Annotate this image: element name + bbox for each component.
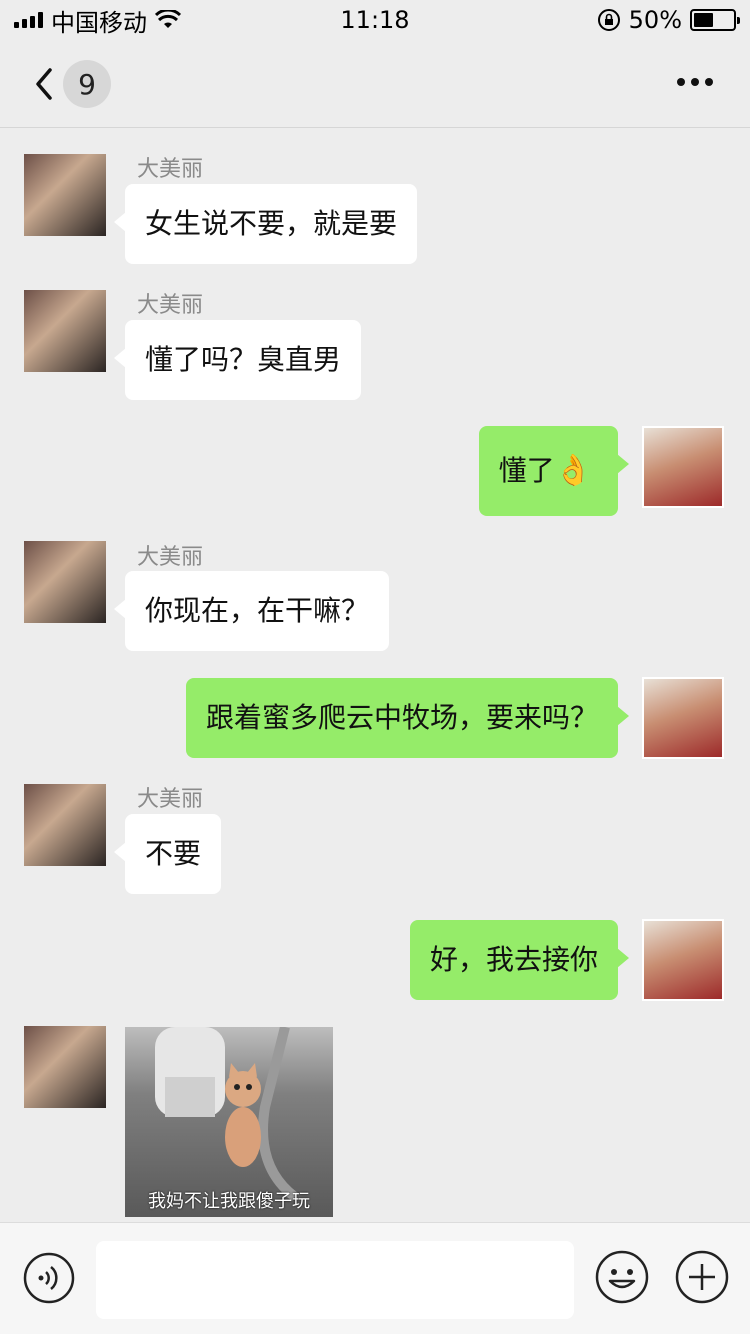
message-text: 懂了 — [498, 454, 555, 487]
voice-icon[interactable] — [22, 1251, 76, 1305]
contact-avatar[interactable] — [24, 541, 106, 623]
user-avatar[interactable] — [642, 919, 724, 1001]
sender-name: 大美丽 — [137, 293, 204, 318]
orientation-lock-icon — [597, 9, 620, 31]
status-bar: 中国移动 11:18 50% — [0, 0, 750, 40]
battery-icon — [690, 9, 740, 31]
nav-bar: 9 — [0, 40, 750, 128]
message-bubble-outgoing[interactable]: 好，我去接你 — [409, 920, 630, 1000]
more-icon[interactable] — [676, 76, 714, 88]
back-icon[interactable] — [30, 62, 60, 106]
status-left: 中国移动 — [14, 3, 181, 38]
message-list[interactable]: 大美丽 女生说不要，就是要 大美丽 懂了吗？臭直男 懂了👌 大美丽 你现在，在干… — [0, 129, 750, 1221]
ok-hand-icon: 👌 — [554, 453, 592, 488]
contact-avatar[interactable] — [24, 290, 106, 372]
message-bubble-incoming[interactable]: 懂了吗？臭直男 — [113, 320, 362, 400]
unread-count-badge[interactable]: 9 — [63, 60, 111, 108]
battery-fill — [694, 13, 713, 27]
message-bubble-outgoing[interactable]: 懂了👌 — [478, 426, 630, 516]
contact-avatar[interactable] — [24, 154, 106, 236]
message-bubble-incoming[interactable]: 女生说不要，就是要 — [113, 184, 418, 264]
user-avatar[interactable] — [642, 426, 724, 508]
sender-name: 大美丽 — [137, 545, 204, 570]
sender-name: 大美丽 — [137, 787, 204, 812]
message-bubble-incoming[interactable]: 你现在，在干嘛？ — [113, 571, 390, 651]
emoji-icon[interactable] — [594, 1249, 650, 1305]
message-bubble-outgoing[interactable]: 跟着蜜多爬云中牧场，要来吗？ — [185, 678, 630, 758]
contact-avatar[interactable] — [24, 1026, 106, 1108]
user-avatar[interactable] — [642, 677, 724, 759]
message-input[interactable] — [96, 1241, 574, 1319]
wifi-icon — [155, 10, 181, 28]
message-bubble-incoming[interactable]: 不要 — [113, 814, 222, 894]
image-caption: 我妈不让我跟傻子玩 — [148, 1191, 310, 1212]
plus-icon[interactable] — [674, 1249, 730, 1305]
signal-icon — [14, 12, 43, 28]
status-right: 50% — [597, 6, 740, 34]
battery-percent: 50% — [628, 6, 682, 34]
image-message[interactable]: 我妈不让我跟傻子玩 — [125, 1027, 333, 1217]
sender-name: 大美丽 — [137, 157, 204, 182]
input-bar — [0, 1222, 750, 1334]
carrier-name: 中国移动 — [51, 8, 147, 37]
contact-avatar[interactable] — [24, 784, 106, 866]
